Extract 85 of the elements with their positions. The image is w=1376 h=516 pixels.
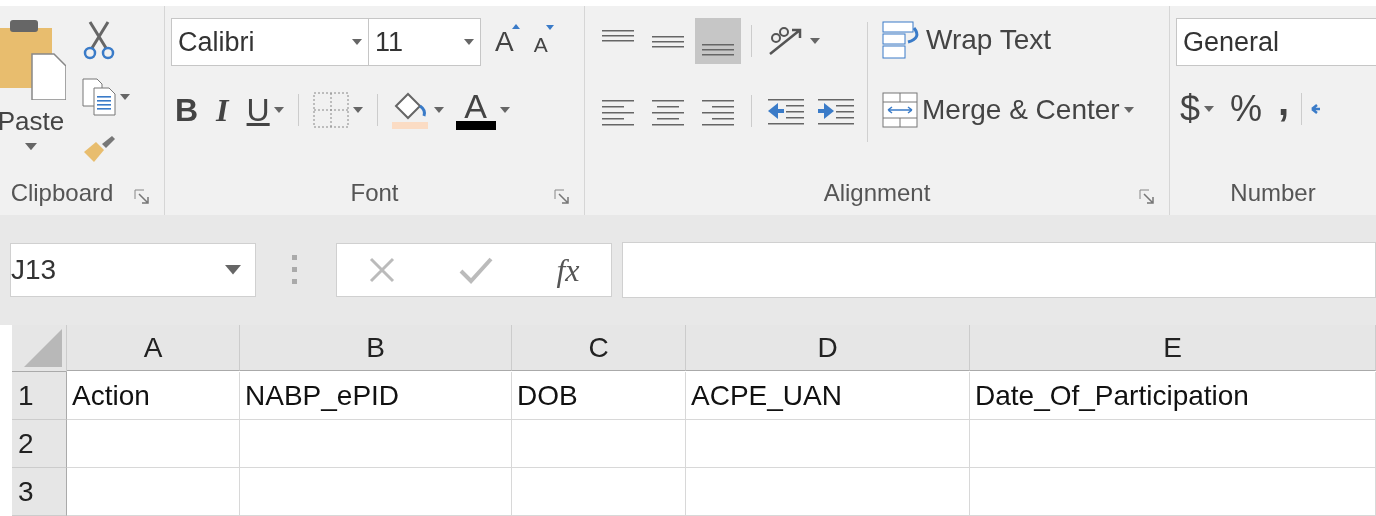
align-bottom-icon	[701, 44, 735, 56]
caret-icon	[273, 107, 284, 113]
caret-icon	[120, 94, 130, 100]
table-cell[interactable]	[686, 468, 970, 516]
paste-button[interactable]: Paste	[0, 18, 74, 171]
row-header[interactable]: 3	[12, 468, 67, 516]
wrap-text-button[interactable]: Wrap Text	[878, 18, 1138, 62]
caret-icon	[464, 39, 474, 45]
vertical-align-button[interactable]	[695, 18, 741, 64]
caret-icon	[352, 107, 363, 113]
clipboard-icon	[0, 18, 66, 100]
check-icon[interactable]	[459, 256, 494, 284]
caret-icon	[1123, 107, 1134, 113]
font-color-button[interactable]: A	[451, 88, 514, 132]
borders-icon	[312, 92, 349, 128]
brush-icon	[82, 134, 116, 164]
scissors-icon	[82, 20, 116, 60]
table-cell[interactable]: Action	[67, 372, 240, 420]
align-center-icon	[651, 100, 685, 126]
align-top-icon	[601, 30, 635, 42]
caret-icon	[810, 38, 820, 44]
cancel-icon[interactable]	[368, 256, 397, 284]
color-bar-icon	[455, 120, 496, 130]
insert-function-button[interactable]: fx	[556, 251, 580, 289]
row-header[interactable]: 2	[12, 420, 67, 468]
row-header[interactable]: 1	[12, 372, 67, 420]
number-format-field[interactable]: General	[1176, 18, 1376, 66]
group-label: Clipboard	[10, 179, 114, 207]
column-header[interactable]: C	[512, 325, 686, 371]
align-left-icon	[601, 100, 635, 126]
font-name-field[interactable]: Calibri	[171, 18, 369, 66]
dialog-launcher-icon[interactable]	[1139, 189, 1155, 205]
align-middle-icon	[651, 36, 685, 48]
formula-input[interactable]	[622, 242, 1376, 298]
group-label: Alignment	[823, 179, 931, 207]
caret-icon	[545, 25, 554, 30]
table-cell[interactable]: Date_Of_Participation	[970, 372, 1376, 420]
decrease-font-size-button[interactable]: A	[529, 25, 552, 59]
select-all-corner[interactable]	[12, 325, 67, 372]
arrow-icon	[1310, 104, 1321, 114]
column-header[interactable]: A	[67, 325, 240, 371]
caret-icon	[499, 107, 510, 113]
table-cell[interactable]	[67, 468, 240, 516]
underline-button[interactable]: U	[242, 89, 288, 131]
caret-icon	[225, 265, 241, 275]
dialog-launcher-icon[interactable]	[134, 189, 150, 205]
table-cell[interactable]: NABP_ePID	[240, 372, 512, 420]
caret-icon	[352, 39, 362, 45]
table-cell[interactable]	[970, 420, 1376, 468]
merge-center-button[interactable]: Merge & Center	[878, 90, 1138, 130]
percent-button[interactable]: %	[1226, 86, 1267, 132]
comma-style-button[interactable]: ,	[1274, 76, 1294, 126]
name-box[interactable]: J13	[10, 243, 256, 297]
group-label: Number	[1230, 179, 1316, 207]
table-cell[interactable]: ACPE_UAN	[686, 372, 970, 420]
table-cell[interactable]	[67, 420, 240, 468]
increase-font-size-button[interactable]: A	[491, 24, 518, 60]
group-label: Font	[350, 179, 399, 207]
italic-button[interactable]: I	[212, 89, 233, 131]
column-header[interactable]: B	[240, 325, 512, 371]
table-cell[interactable]	[970, 468, 1376, 516]
caret-icon	[433, 107, 444, 113]
merge-cells-icon	[882, 92, 918, 128]
table-cell[interactable]	[240, 420, 512, 468]
column-header[interactable]: E	[970, 325, 1376, 371]
caret-icon	[1204, 106, 1215, 112]
currency-button[interactable]: $	[1176, 86, 1219, 132]
table-cell[interactable]	[512, 468, 686, 516]
align-right-icon	[701, 100, 735, 126]
table-cell[interactable]	[512, 420, 686, 468]
font-size-field[interactable]: 11	[369, 18, 481, 66]
indent-right-icon	[816, 96, 854, 126]
table-cell[interactable]: DOB	[512, 372, 686, 420]
indent-left-icon	[766, 96, 804, 126]
bold-button[interactable]: B	[171, 89, 203, 131]
table-cell[interactable]	[240, 468, 512, 516]
column-header[interactable]: D	[686, 325, 970, 371]
paint-bucket-icon	[391, 90, 430, 130]
copy-icon	[82, 78, 116, 116]
grip-icon	[292, 255, 298, 285]
triangle-icon	[24, 329, 62, 367]
caret-icon	[25, 143, 37, 151]
dialog-launcher-icon[interactable]	[554, 189, 570, 205]
table-cell[interactable]	[686, 420, 970, 468]
caret-icon	[511, 24, 520, 29]
